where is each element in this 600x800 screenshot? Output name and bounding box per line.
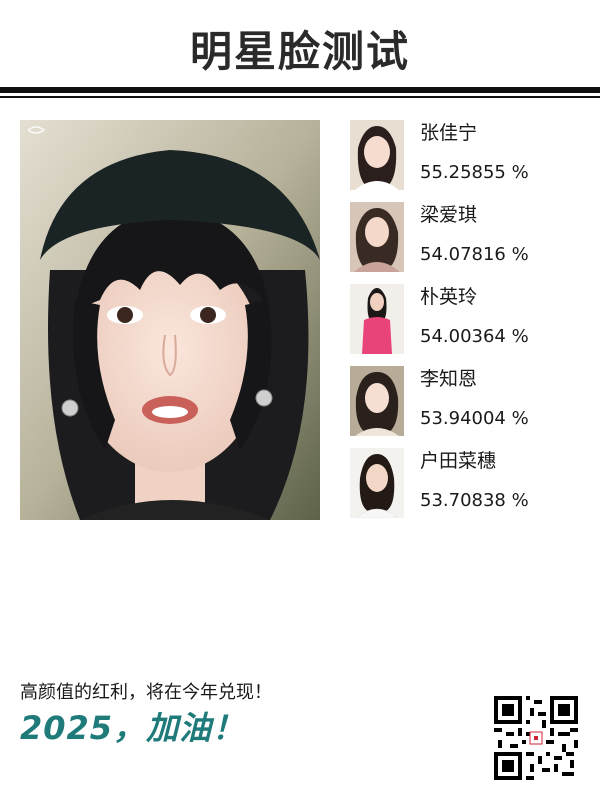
page: 明星脸测试 张佳宁 55.25855 % 梁爱琪 54.07816 % 朴英玲 … <box>0 0 600 800</box>
result-item[interactable]: 梁爱琪 54.07816 % <box>350 202 590 284</box>
star-name: 户田菜穗 <box>420 450 497 472</box>
header-divider-thin <box>0 96 600 98</box>
qr-code-icon[interactable] <box>494 696 578 780</box>
star-thumbnail <box>350 120 404 190</box>
similarity-score: 53.70838 % <box>420 490 529 511</box>
results-list: 张佳宁 55.25855 % 梁爱琪 54.07816 % 朴英玲 54.003… <box>350 120 590 530</box>
header-divider-thick <box>0 87 600 93</box>
star-name: 李知恩 <box>420 368 478 390</box>
star-thumbnail <box>350 202 404 272</box>
star-thumbnail <box>350 448 404 518</box>
similarity-score: 54.07816 % <box>420 244 529 265</box>
star-name: 朴英玲 <box>420 286 478 308</box>
star-thumbnail <box>350 284 404 354</box>
result-item[interactable]: 朴英玲 54.00364 % <box>350 284 590 366</box>
motto-text: 2025，加油！ <box>20 709 246 747</box>
similarity-score: 54.00364 % <box>420 326 529 347</box>
similarity-score: 53.94004 % <box>420 408 529 429</box>
result-item[interactable]: 户田菜穗 53.70838 % <box>350 448 590 530</box>
slogan-text: 高颜值的红利，将在今年兑现！ <box>20 682 272 703</box>
similarity-score: 55.25855 % <box>420 162 529 183</box>
star-thumbnail <box>350 366 404 436</box>
main-face-photo <box>20 120 320 520</box>
page-title: 明星脸测试 <box>189 27 410 76</box>
result-item[interactable]: 李知恩 53.94004 % <box>350 366 590 448</box>
result-item[interactable]: 张佳宁 55.25855 % <box>350 120 590 202</box>
star-name: 梁爱琪 <box>420 204 478 226</box>
star-name: 张佳宁 <box>420 122 478 144</box>
star-thumb-svg <box>350 120 404 190</box>
